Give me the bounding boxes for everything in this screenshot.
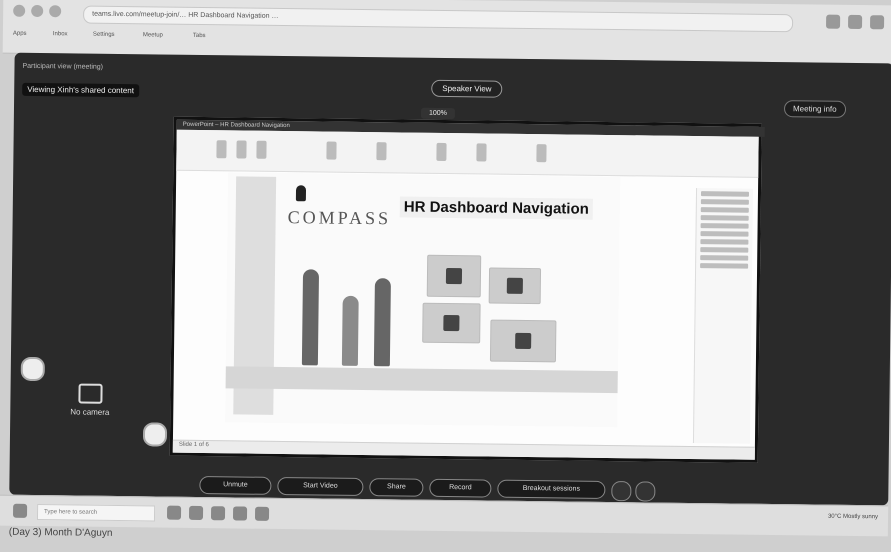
share-button[interactable]: Share (369, 478, 424, 497)
pane-item[interactable] (700, 255, 749, 261)
person-figure (341, 295, 359, 366)
ribbon-tool-icon[interactable] (236, 140, 247, 159)
ribbon-tool-icon[interactable] (536, 144, 547, 163)
pane-item[interactable] (700, 263, 749, 269)
pane-item[interactable] (700, 239, 749, 245)
profile-icon[interactable] (848, 14, 863, 30)
company-logo-text: COMPASS (287, 207, 392, 229)
slide-bottom-band (225, 366, 618, 394)
ribbon-tool-icon[interactable] (376, 142, 387, 161)
team-icon (443, 314, 460, 332)
document-icon (515, 332, 532, 350)
dashboard-tile (488, 267, 542, 305)
shared-screen: PowerPoint – HR Dashboard Navigation COM… (169, 116, 765, 463)
handshake-icon (506, 277, 523, 294)
forward-icon[interactable] (31, 4, 44, 18)
record-button[interactable]: Record (429, 478, 492, 498)
pane-item[interactable] (700, 223, 749, 229)
taskbar-app-icon[interactable] (210, 506, 226, 521)
bookmark-item[interactable]: Apps (13, 31, 27, 37)
taskbar-app-icon[interactable] (232, 506, 248, 521)
slide-title: HR Dashboard Navigation (399, 196, 593, 220)
back-icon[interactable] (13, 4, 26, 17)
pane-item[interactable] (700, 191, 750, 197)
menu-icon[interactable] (870, 15, 885, 30)
unmute-button[interactable]: Unmute (199, 476, 272, 495)
address-bar[interactable]: teams.live.com/meetup-join/… HR Dashboar… (83, 5, 794, 33)
people-illustration (296, 255, 407, 367)
slide-count-label: Slide 1 of 6 (178, 441, 209, 449)
ribbon-tool-icon[interactable] (476, 143, 487, 162)
viewing-shared-content-label: Viewing Xinh's shared content (22, 82, 140, 98)
speaker-view-button[interactable]: Speaker View (431, 79, 503, 98)
screen-root: teams.live.com/meetup-join/… HR Dashboar… (0, 0, 891, 552)
ribbon-tool-icon[interactable] (216, 140, 227, 159)
chair-icon (445, 268, 463, 285)
pane-item[interactable] (700, 215, 749, 221)
windows-start-icon[interactable] (12, 503, 28, 518)
zoom-level-indicator[interactable]: 100% (420, 107, 455, 120)
slide-canvas: COMPASS HR Dashboard Navigation (225, 172, 621, 428)
person-figure (301, 269, 320, 366)
bookmark-item[interactable]: Settings (93, 32, 115, 38)
more-options-icon[interactable] (635, 481, 656, 502)
taskbar-search[interactable]: Type here to search (36, 504, 156, 522)
taskbar-app-icon[interactable] (166, 505, 182, 520)
bookmark-item[interactable]: Tabs (193, 33, 206, 39)
pane-item[interactable] (700, 231, 749, 237)
breakout-sessions-button[interactable]: Breakout sessions (497, 479, 606, 499)
ribbon-tool-icon[interactable] (256, 140, 267, 159)
browser-actions (826, 14, 885, 30)
ribbon-toolbar (176, 129, 759, 178)
participant-avatar-icon[interactable] (20, 356, 45, 382)
raise-hand-icon[interactable] (611, 481, 632, 502)
pane-item[interactable] (700, 207, 749, 213)
meeting-stage: Participant view (meeting) Viewing Xinh'… (9, 52, 891, 506)
ribbon-tool-icon[interactable] (326, 141, 337, 160)
extensions-icon[interactable] (826, 14, 841, 29)
meeting-info-button[interactable]: Meeting info (783, 100, 846, 118)
taskbar-app-icon[interactable] (254, 506, 270, 521)
camera-off-icon (77, 383, 103, 404)
ribbon-tool-icon[interactable] (436, 142, 447, 162)
dashboard-tile (422, 302, 481, 344)
bookmark-item[interactable]: Meetup (143, 32, 163, 38)
camera-off-tile: No camera (70, 383, 110, 417)
reload-icon[interactable] (49, 5, 62, 18)
start-video-button[interactable]: Start Video (277, 476, 364, 497)
dashboard-tile (426, 254, 482, 298)
meeting-info-label: Participant view (meeting) (22, 62, 104, 71)
pane-item[interactable] (700, 199, 749, 205)
taskbar-app-icon[interactable] (188, 505, 204, 521)
selection-pane (692, 188, 754, 444)
weather-widget[interactable]: 30°C Mostly sunny (828, 514, 878, 521)
reactions-icon[interactable] (142, 422, 168, 447)
person-figure (373, 278, 391, 367)
pane-item[interactable] (700, 247, 749, 253)
photo-caption: (Day 3) Month D'Aguyn (8, 526, 113, 539)
camera-off-label: No camera (70, 407, 110, 417)
dashboard-tile (489, 319, 557, 363)
app-status-bar: Slide 1 of 6 (172, 439, 755, 460)
bookmark-item[interactable]: Inbox (53, 31, 68, 37)
compass-logo-icon (295, 185, 307, 202)
